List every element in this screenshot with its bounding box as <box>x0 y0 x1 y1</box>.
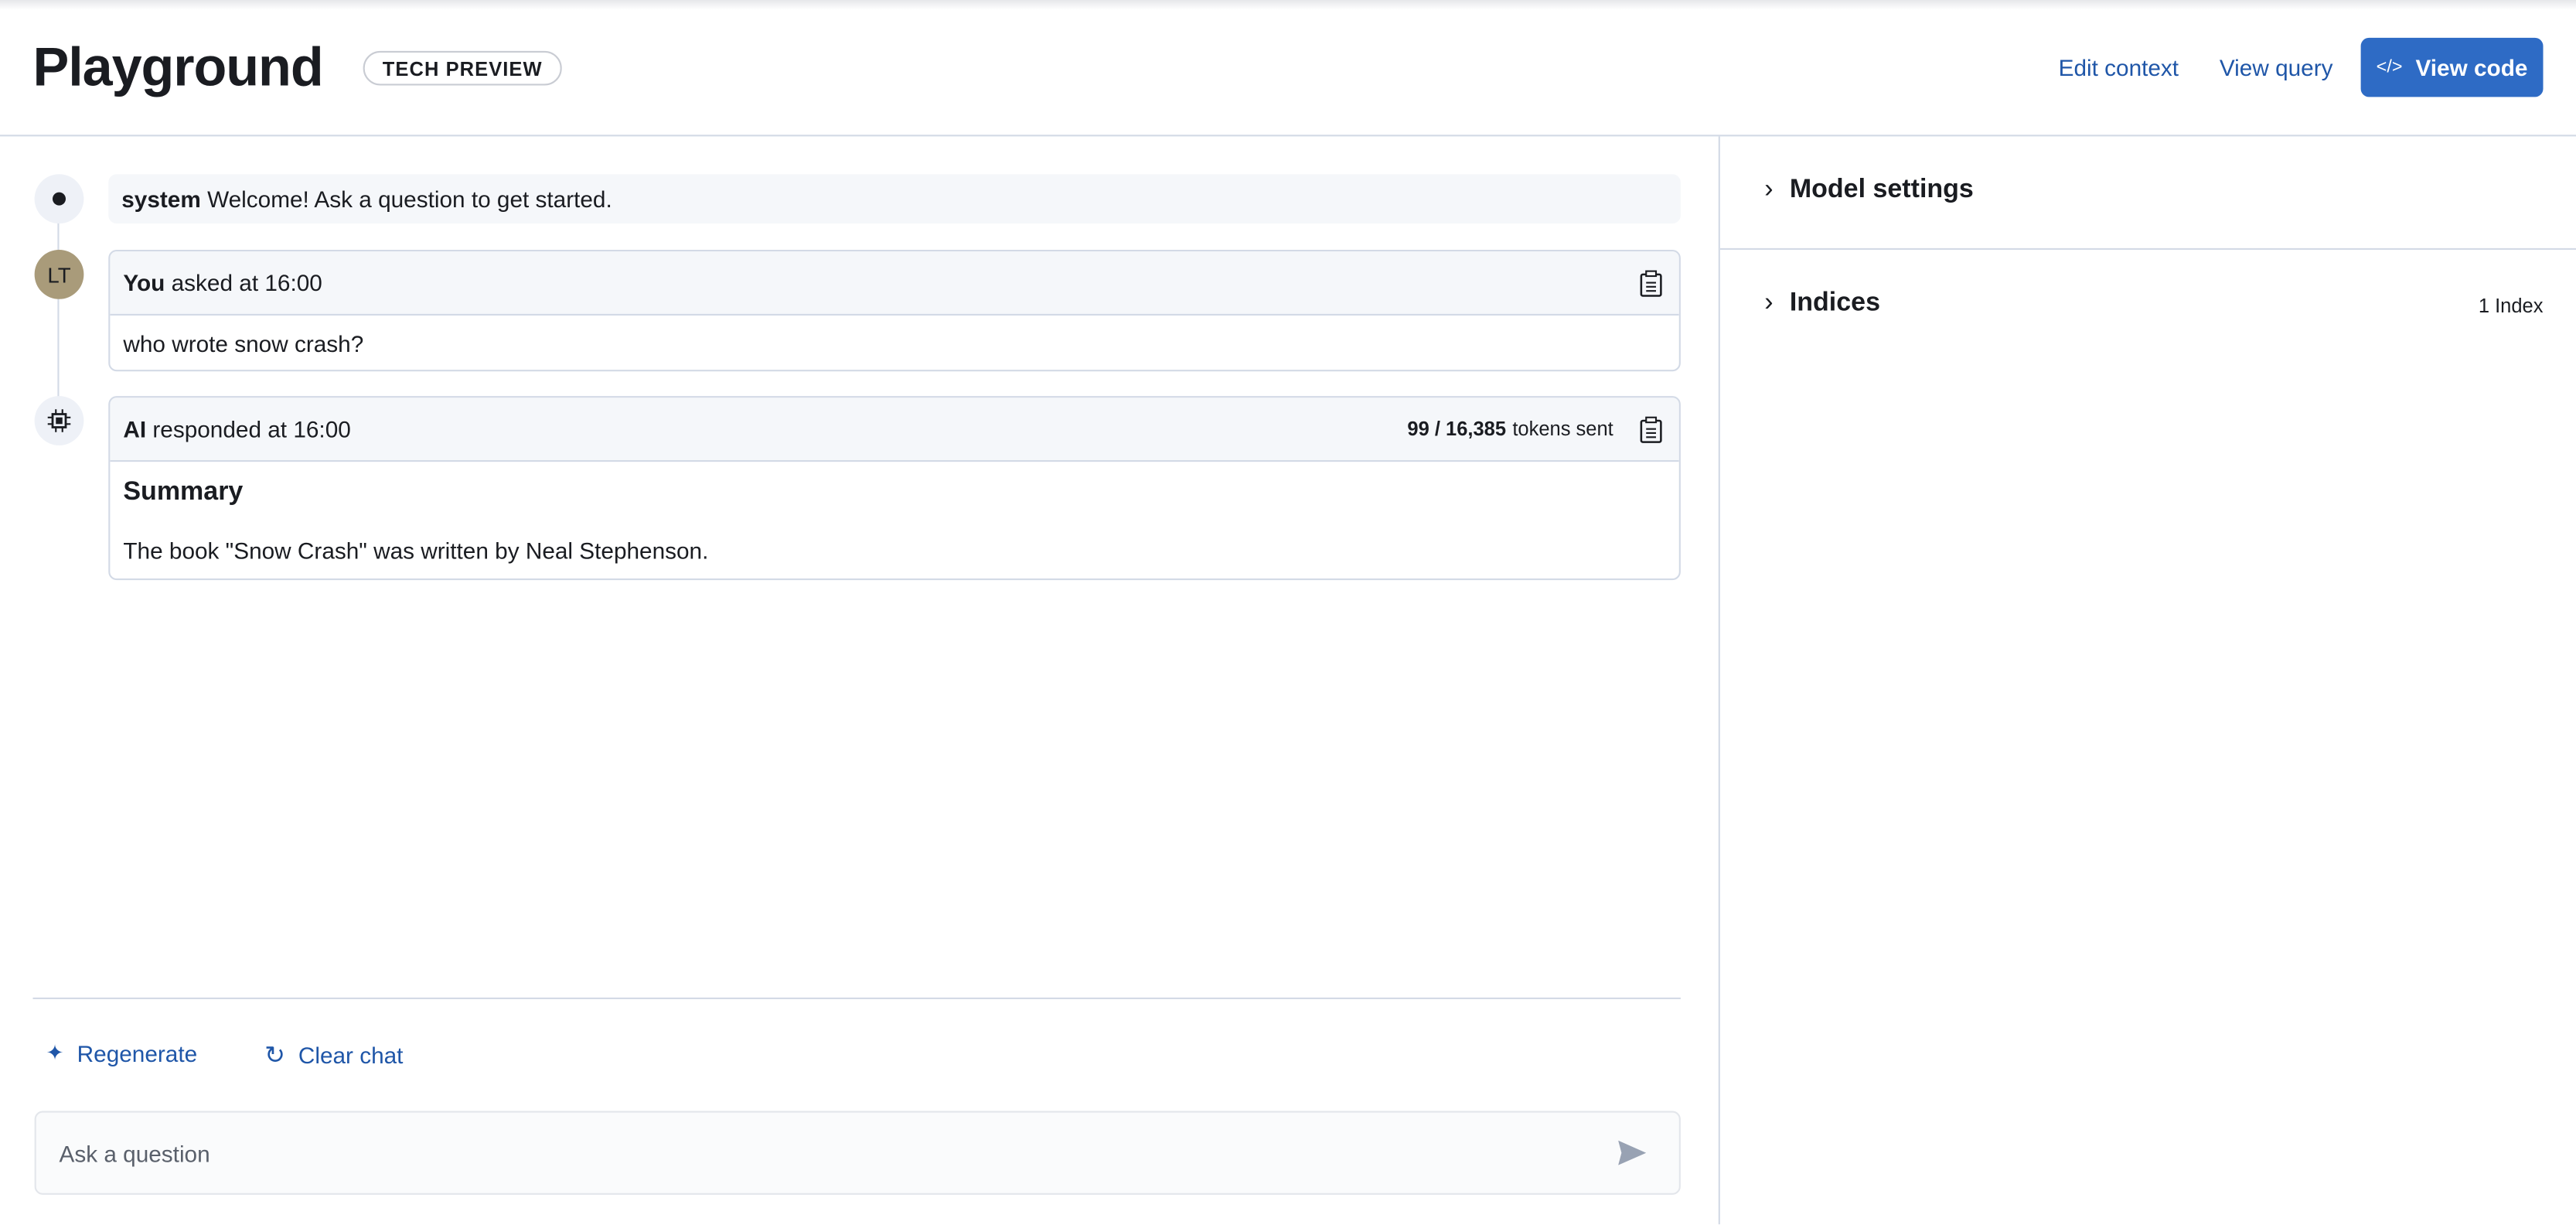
ai-summary-heading: Summary <box>123 478 244 507</box>
timeline-line <box>57 197 60 428</box>
clear-chat-label: Clear chat <box>298 1042 404 1069</box>
avatar: LT <box>34 250 84 299</box>
header-divider <box>0 135 2576 137</box>
chevron-right-icon: › <box>1764 289 1774 318</box>
ai-chip-icon <box>34 396 84 445</box>
send-icon[interactable] <box>1618 1140 1647 1165</box>
user-name: You <box>123 269 165 296</box>
sidebar-divider <box>1719 247 2576 250</box>
view-code-label: View code <box>2415 54 2528 81</box>
page-title: Playground <box>32 36 324 97</box>
edit-context-link[interactable]: Edit context <box>2059 54 2179 80</box>
panel-divider <box>1718 136 1720 1225</box>
user-message: You asked at 16:00 who wrote snow crash? <box>108 250 1681 372</box>
ai-name: AI <box>123 415 147 442</box>
code-icon: </> <box>2376 57 2403 77</box>
copy-clipboard-icon[interactable] <box>1640 268 1663 296</box>
regenerate-button[interactable]: ✦ Regenerate <box>46 1040 198 1066</box>
ai-text: The book "Snow Crash" was written by Nea… <box>123 537 709 564</box>
view-query-link[interactable]: View query <box>2220 54 2333 80</box>
ai-meta: responded at 16:00 <box>152 415 351 442</box>
indices-label: Indices <box>1789 289 1880 318</box>
copy-clipboard-icon[interactable] <box>1640 415 1663 443</box>
sparkles-icon: ✦ <box>46 1040 64 1065</box>
regenerate-label: Regenerate <box>77 1040 198 1067</box>
chat-divider <box>32 997 1681 999</box>
top-shadow <box>0 0 2576 10</box>
tech-preview-badge: TECH PREVIEW <box>363 50 562 86</box>
system-text: Welcome! Ask a question to get started. <box>207 186 612 213</box>
user-text: who wrote snow crash? <box>123 330 364 357</box>
clear-chat-button[interactable]: ↻ Clear chat <box>264 1040 403 1070</box>
question-input[interactable]: Ask a question <box>34 1111 1681 1195</box>
model-settings-label: Model settings <box>1789 176 1974 204</box>
question-placeholder: Ask a question <box>59 1139 210 1166</box>
view-code-button[interactable]: </> View code <box>2360 37 2544 97</box>
system-role: system <box>121 186 201 213</box>
chevron-right-icon: › <box>1764 176 1774 204</box>
system-message: system Welcome! Ask a question to get st… <box>108 174 1681 224</box>
model-settings-accordion[interactable]: › Model settings <box>1764 176 1974 205</box>
tokens-count: 99 / 16,385 <box>1407 417 1507 441</box>
tokens-label: tokens sent <box>1512 417 1613 441</box>
refresh-icon: ↻ <box>264 1042 285 1070</box>
system-dot-icon <box>34 174 84 224</box>
ai-message: AI responded at 16:00 99 / 16,385 tokens… <box>108 396 1681 581</box>
indices-count: 1 Index <box>2478 294 2544 318</box>
user-meta: asked at 16:00 <box>171 269 322 296</box>
indices-accordion[interactable]: › Indices <box>1764 289 1880 319</box>
